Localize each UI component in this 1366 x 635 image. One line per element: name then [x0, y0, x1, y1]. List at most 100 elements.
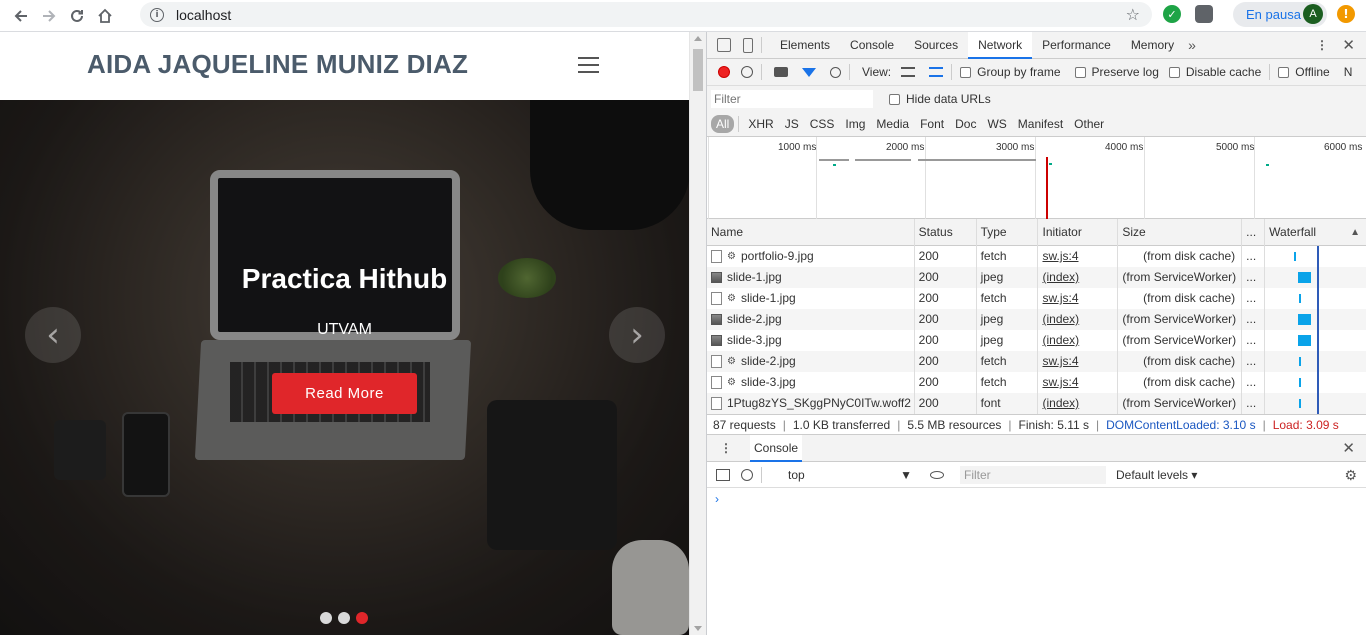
tab-sources[interactable]: Sources [904, 32, 968, 59]
back-button[interactable] [7, 2, 35, 30]
cell-name[interactable]: slide-1.jpg [707, 267, 915, 288]
page-scrollbar[interactable] [689, 32, 706, 635]
hide-data-urls-checkbox[interactable]: Hide data URLs [889, 92, 991, 106]
console-sidebar-icon[interactable] [716, 468, 730, 481]
type-filter-manifest[interactable]: Manifest [1014, 115, 1067, 133]
cell-name[interactable]: ⚙ slide-1.jpg [707, 288, 915, 309]
search-icon[interactable] [830, 66, 841, 78]
cell-initiator[interactable]: (index) [1038, 330, 1119, 351]
address-bar[interactable]: i localhost ☆ [140, 2, 1152, 27]
table-row[interactable]: slide-2.jpg 200 jpeg (index) (from ServiceWo… [707, 309, 1366, 330]
cell-name[interactable]: ⚙ slide-3.jpg [707, 372, 915, 393]
tab-elements[interactable]: Elements [770, 32, 840, 59]
network-filter-input[interactable] [711, 90, 873, 108]
scroll-up-icon[interactable] [694, 36, 702, 41]
type-filter-doc[interactable]: Doc [951, 115, 980, 133]
table-row[interactable]: ⚙ portfolio-9.jpg 200 fetch sw.js:4 (from dis… [707, 246, 1366, 267]
cell-initiator[interactable]: (index) [1038, 309, 1119, 330]
type-filter-js[interactable]: JS [781, 115, 803, 133]
type-filter-font[interactable]: Font [916, 115, 948, 133]
checkbox-box[interactable] [889, 93, 900, 105]
scrollbar-thumb[interactable] [693, 49, 703, 91]
profile-pause-button[interactable]: En pausa A [1233, 2, 1327, 27]
cell-name[interactable]: 1Ptug8zYS_SKggPNyC0ITw.woff2 [707, 393, 915, 414]
preserve-log-checkbox[interactable]: Preserve log [1074, 65, 1159, 79]
carousel-next-icon[interactable]: › [609, 307, 665, 363]
table-row[interactable]: ⚙ slide-1.jpg 200 fetch sw.js:4 (from disk ca… [707, 288, 1366, 309]
network-overview-timeline[interactable]: 1000 ms 2000 ms 3000 ms 4000 ms 5000 ms … [707, 137, 1366, 219]
devtools-menu-icon[interactable]: ⋮ [1316, 38, 1328, 52]
cell-initiator[interactable]: (index) [1038, 393, 1119, 414]
initiator-link[interactable]: sw.js:4 [1042, 291, 1078, 305]
col-initiator[interactable]: Initiator [1038, 219, 1119, 246]
site-title[interactable]: AIDA JAQUELINE MUNIZ DIAZ [87, 49, 468, 80]
cell-name[interactable]: slide-3.jpg [707, 330, 915, 351]
group-by-frame-checkbox[interactable]: Group by frame [960, 65, 1061, 79]
inspect-element-icon[interactable] [717, 38, 731, 52]
tab-memory[interactable]: Memory [1121, 32, 1184, 59]
checkbox-box[interactable] [1278, 66, 1290, 78]
type-filter-media[interactable]: Media [872, 115, 913, 133]
carousel-dot-active[interactable] [356, 612, 368, 624]
type-filter-img[interactable]: Img [841, 115, 869, 133]
type-filter-ws[interactable]: WS [983, 115, 1010, 133]
scroll-down-icon[interactable] [694, 626, 702, 631]
col-size[interactable]: Size [1118, 219, 1243, 246]
type-filter-other[interactable]: Other [1070, 115, 1108, 133]
grammar-extension-icon[interactable]: ✓ [1163, 5, 1181, 23]
initiator-link[interactable]: sw.js:4 [1042, 354, 1078, 368]
col-type[interactable]: Type [977, 219, 1039, 246]
close-drawer-icon[interactable]: ✕ [1342, 439, 1355, 457]
type-filter-css[interactable]: CSS [806, 115, 839, 133]
table-row[interactable]: ⚙ slide-3.jpg 200 fetch sw.js:4 (from disk ca… [707, 372, 1366, 393]
console-filter-input[interactable]: Filter [960, 465, 1106, 484]
context-select[interactable]: top ▼ [784, 468, 912, 482]
device-toolbar-icon[interactable] [743, 37, 753, 53]
type-filter-xhr[interactable]: XHR [744, 115, 777, 133]
clear-console-icon[interactable] [741, 468, 753, 481]
read-more-button[interactable]: Read More [272, 373, 417, 414]
offline-checkbox[interactable]: Offline [1278, 65, 1330, 79]
table-row[interactable]: slide-3.jpg 200 jpeg (index) (from ServiceWo… [707, 330, 1366, 351]
cell-name[interactable]: ⚙ slide-2.jpg [707, 351, 915, 372]
initiator-link[interactable]: sw.js:4 [1042, 249, 1078, 263]
table-row[interactable]: 1Ptug8zYS_SKggPNyC0ITw.woff2 200 font (inde… [707, 393, 1366, 414]
disable-cache-checkbox[interactable]: Disable cache [1168, 65, 1261, 79]
home-button[interactable] [91, 2, 119, 30]
console-prompt[interactable]: › [707, 488, 1366, 506]
throttling-label-cutoff[interactable]: N [1344, 65, 1353, 79]
col-time[interactable]: ... [1242, 219, 1266, 246]
initiator-link[interactable]: sw.js:4 [1042, 375, 1078, 389]
table-row[interactable]: ⚙ slide-2.jpg 200 fetch sw.js:4 (from disk ca… [707, 351, 1366, 372]
type-filter-all[interactable]: All [711, 115, 735, 133]
console-settings-gear-icon[interactable]: ⚙ [1344, 467, 1357, 484]
cell-initiator[interactable]: (index) [1038, 267, 1119, 288]
initiator-link[interactable]: (index) [1042, 312, 1079, 326]
record-icon[interactable] [718, 66, 730, 78]
bookmark-star-icon[interactable]: ☆ [1126, 5, 1140, 24]
col-status[interactable]: Status [915, 219, 977, 246]
reload-button[interactable] [63, 2, 91, 30]
table-row[interactable]: slide-1.jpg 200 jpeg (index) (from ServiceWo… [707, 267, 1366, 288]
waterfall-view-icon[interactable] [929, 67, 944, 77]
log-levels-select[interactable]: Default levels ▾ [1116, 468, 1197, 482]
filter-funnel-icon[interactable] [802, 67, 816, 77]
carousel-prev-icon[interactable]: ‹ [25, 307, 81, 363]
tab-console[interactable]: Console [840, 32, 904, 59]
carousel-dot[interactable] [338, 612, 350, 624]
url-text[interactable]: localhost [176, 7, 231, 23]
checkbox-box[interactable] [1168, 66, 1180, 78]
screenshot-camera-icon[interactable] [774, 67, 788, 77]
checkbox-box[interactable] [1074, 66, 1086, 78]
site-info-icon[interactable]: i [150, 7, 164, 22]
hamburger-menu-icon[interactable] [578, 57, 599, 74]
cell-name[interactable]: ⚙ portfolio-9.jpg [707, 246, 915, 267]
carousel-dot[interactable] [320, 612, 332, 624]
col-waterfall[interactable]: Waterfall ▲ [1265, 219, 1366, 246]
checkbox-box[interactable] [960, 66, 972, 78]
cell-initiator[interactable]: sw.js:4 [1038, 246, 1119, 267]
cell-initiator[interactable]: sw.js:4 [1038, 351, 1119, 372]
cell-name[interactable]: slide-2.jpg [707, 309, 915, 330]
large-rows-icon[interactable] [901, 67, 916, 77]
tab-network[interactable]: Network [968, 31, 1033, 59]
